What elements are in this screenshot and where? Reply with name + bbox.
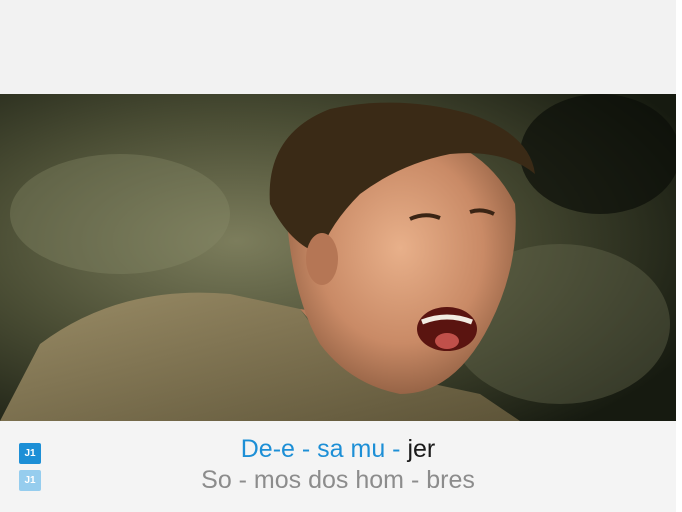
unsung-lyric-text: jer [407, 435, 436, 463]
lyrics-panel: J1 J1 De-e - sa mu - jer So - mos dos ho… [0, 421, 676, 512]
next-lyric-line: So - mos dos hom - bres [201, 466, 475, 494]
sung-lyric-text: De-e - sa mu - [240, 435, 408, 463]
top-blank-area [0, 0, 676, 94]
music-video-frame [0, 94, 676, 421]
right-edge-border [676, 0, 682, 512]
current-lyric-line: De-e - sa mu - jer [0, 435, 676, 464]
video-image [0, 94, 676, 421]
